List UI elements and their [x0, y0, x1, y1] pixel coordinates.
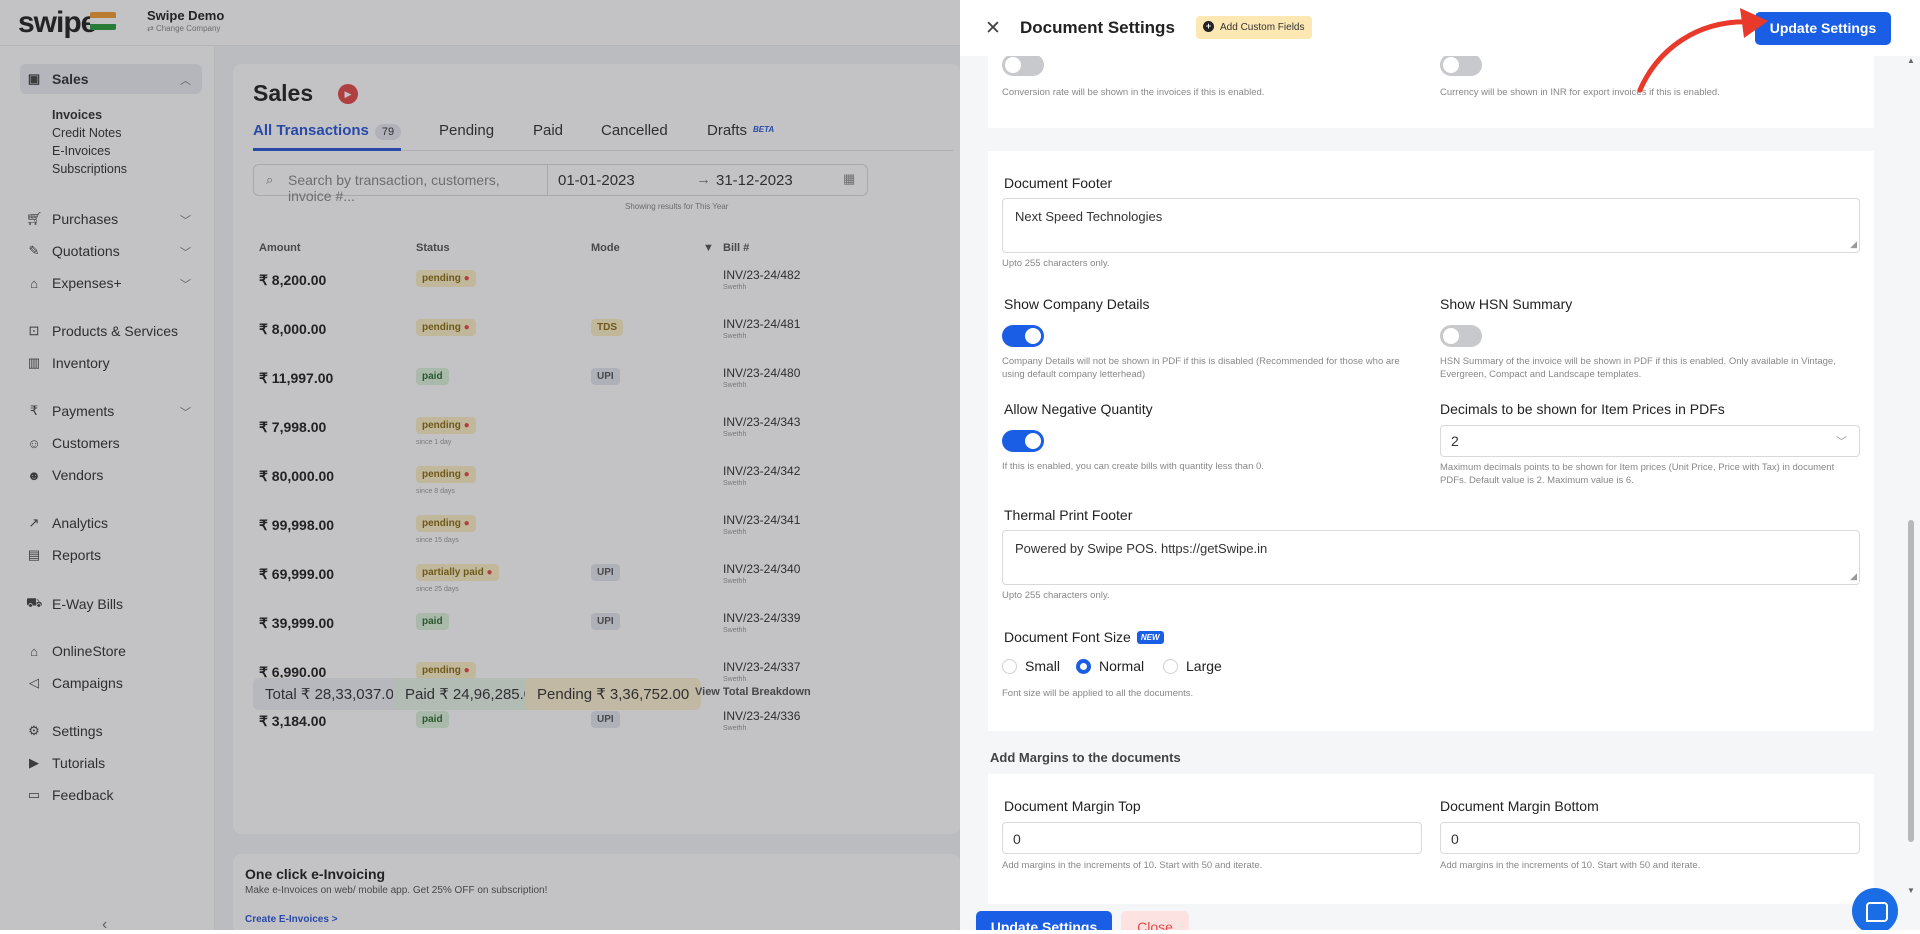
currency-inr-toggle[interactable]: [1440, 54, 1482, 76]
decimals-label: Decimals to be shown for Item Prices in …: [1440, 401, 1725, 417]
font-size-help: Font size will be applied to all the doc…: [1002, 688, 1194, 699]
thermal-footer-label: Thermal Print Footer: [1004, 507, 1133, 523]
margin-top-input[interactable]: 0: [1002, 822, 1422, 854]
margins-panel: Document Margin Top 0 Add margins in the…: [988, 774, 1874, 904]
scrollbar[interactable]: ▲ ▼: [1906, 56, 1916, 930]
footer-char-limit: Upto 255 characters only.: [1002, 258, 1110, 269]
resize-grip-icon[interactable]: ◢: [1850, 239, 1857, 250]
scroll-down-icon[interactable]: ▼: [1907, 886, 1915, 895]
hsn-summary-label: Show HSN Summary: [1440, 296, 1573, 312]
font-size-large-label[interactable]: Large: [1186, 658, 1222, 674]
hsn-summary-help: HSN Summary of the invoice will be shown…: [1440, 356, 1836, 380]
annotation-arrow-icon: [1637, 8, 1768, 93]
font-size-label: Document Font Size NEW: [1004, 629, 1164, 645]
margin-top-help: Add margins in the increments of 10. Sta…: [1002, 860, 1263, 871]
chevron-down-icon: ﹀: [1836, 436, 1847, 448]
overlay-backdrop[interactable]: [0, 0, 960, 930]
chat-support-icon[interactable]: [1852, 888, 1898, 930]
negative-quantity-label: Allow Negative Quantity: [1004, 401, 1153, 417]
conversion-rate-toggle[interactable]: [1002, 54, 1044, 76]
footer-value: Next Speed Technologies: [1015, 209, 1163, 224]
decimals-select[interactable]: 2 ﹀: [1440, 425, 1860, 457]
font-size-large-radio[interactable]: [1163, 659, 1178, 674]
company-details-toggle[interactable]: [1002, 325, 1044, 347]
font-size-text: Document Font Size: [1004, 629, 1131, 645]
negative-quantity-toggle[interactable]: [1002, 430, 1044, 452]
margin-top-label: Document Margin Top: [1004, 798, 1141, 814]
font-size-normal-radio[interactable]: [1076, 659, 1091, 674]
add-custom-fields-button[interactable]: Add Custom Fields: [1196, 16, 1313, 39]
scroll-up-icon[interactable]: ▲: [1907, 56, 1915, 65]
new-badge: NEW: [1136, 631, 1164, 644]
document-footer-textarea[interactable]: Next Speed Technologies ◢: [1002, 198, 1860, 253]
thermal-footer-value: Powered by Swipe POS. https://getSwipe.i…: [1015, 541, 1268, 556]
thermal-char-limit: Upto 255 characters only.: [1002, 590, 1110, 601]
margin-bottom-help: Add margins in the increments of 10. Sta…: [1440, 860, 1701, 871]
hsn-summary-toggle[interactable]: [1440, 325, 1482, 347]
scrollbar-thumb[interactable]: [1908, 520, 1914, 842]
margin-bottom-input[interactable]: 0: [1440, 822, 1860, 854]
negative-quantity-help: If this is enabled, you can create bills…: [1002, 461, 1264, 472]
conversion-help: Conversion rate will be shown in the inv…: [1002, 87, 1265, 98]
close-icon[interactable]: ✕: [985, 17, 1001, 40]
font-size-normal-label[interactable]: Normal: [1099, 658, 1144, 674]
company-details-label: Show Company Details: [1004, 296, 1150, 312]
margins-section-title: Add Margins to the documents: [990, 750, 1181, 765]
document-settings-drawer: Conversion rate will be shown in the inv…: [960, 0, 1920, 930]
document-options-panel: Document Footer Next Speed Technologies ◢…: [988, 151, 1874, 731]
thermal-footer-textarea[interactable]: Powered by Swipe POS. https://getSwipe.i…: [1002, 530, 1860, 585]
close-button[interactable]: Close: [1121, 911, 1189, 930]
update-settings-button-bottom[interactable]: Update Settings: [976, 911, 1112, 930]
font-size-small-radio[interactable]: [1002, 659, 1017, 674]
font-size-small-label[interactable]: Small: [1025, 658, 1060, 674]
company-details-help: Company Details will not be shown in PDF…: [1002, 356, 1400, 380]
margin-bottom-label: Document Margin Bottom: [1440, 798, 1599, 814]
drawer-title: Document Settings: [1020, 18, 1175, 37]
decimals-value: 2: [1451, 433, 1459, 449]
resize-grip-icon[interactable]: ◢: [1850, 571, 1857, 582]
decimals-help: Maximum decimals points to be shown for …: [1440, 462, 1835, 486]
footer-label: Document Footer: [1004, 175, 1113, 191]
